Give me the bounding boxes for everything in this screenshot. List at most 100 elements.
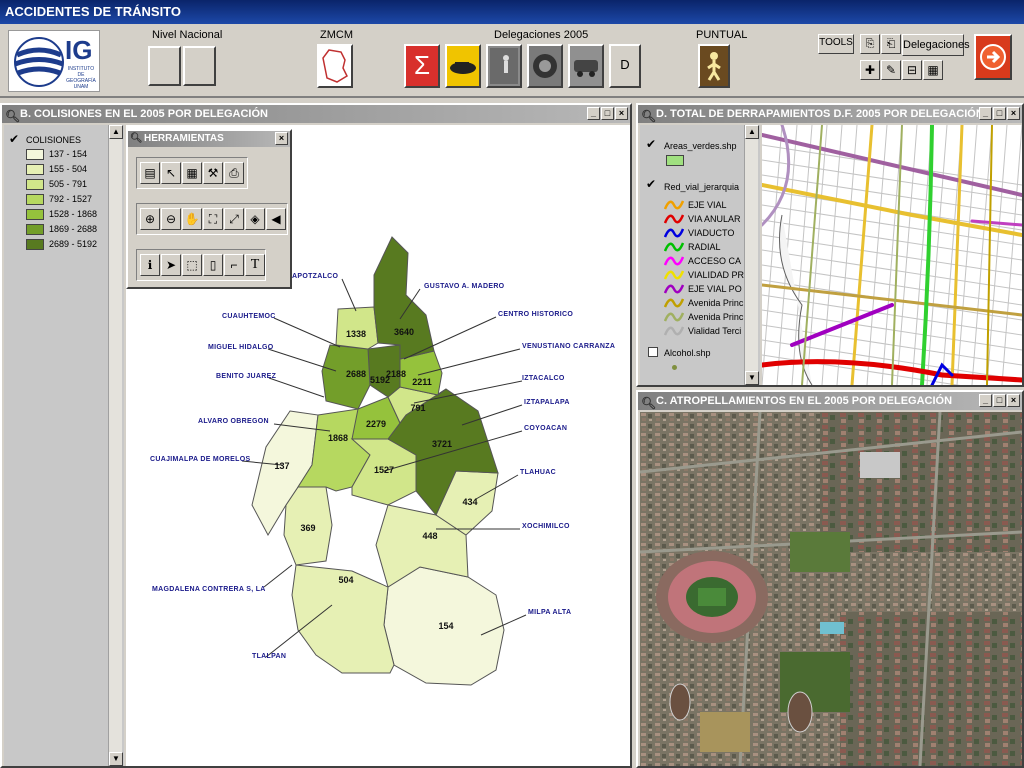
app-title-bar: ACCIDENTES DE TRÁNSITO <box>0 0 1024 24</box>
full-extent-button[interactable]: ⛶ <box>203 208 223 230</box>
label-azcapotzalco: APOTZALCO <box>292 273 339 280</box>
areas-verdes-swatch <box>666 155 684 166</box>
zoom-selected-icon: ◈ <box>250 212 260 226</box>
paste-button[interactable]: ⎗ <box>881 34 901 54</box>
legend-panel: ✔ COLISIONES 137 - 154 155 - 504 505 - 791… <box>4 125 124 766</box>
text-tool-button[interactable]: T <box>245 254 265 276</box>
value-alvaro: 1868 <box>328 433 348 443</box>
panel-c-minimize-button[interactable]: _ <box>979 394 992 407</box>
legend-title: COLISIONES <box>26 135 82 145</box>
delegaciones-2005-label: Delegaciones 2005 <box>494 29 589 41</box>
minimize-button[interactable]: _ <box>587 107 600 120</box>
d-button[interactable]: D <box>609 44 641 88</box>
print-tool-button[interactable]: ⎙ <box>224 162 244 184</box>
table-tool-button[interactable]: ▤ <box>140 162 160 184</box>
label-iztapalapa: IZTAPALAPA <box>524 399 570 406</box>
alcohol-point-symbol <box>672 365 677 370</box>
panel-c-close-button[interactable]: × <box>1007 394 1020 407</box>
maximize-button[interactable]: □ <box>601 107 614 120</box>
d-button-label: D <box>620 57 630 72</box>
label-tool-button[interactable]: ⌐ <box>224 254 244 276</box>
legend-scrollbar[interactable]: ▲ ▼ <box>108 125 123 766</box>
panel-c-maximize-button[interactable]: □ <box>993 394 1006 407</box>
areas-verdes-layer: Areas_verdes.shp <box>664 141 737 151</box>
nivel-nacional-button-2[interactable] <box>183 46 216 86</box>
delegaciones-button[interactable]: Delegaciones <box>902 34 970 56</box>
alcohol-checkbox[interactable] <box>648 347 658 357</box>
pedestrian-button[interactable] <box>486 44 522 88</box>
grid-button[interactable]: ▦ <box>923 60 943 80</box>
calc-tool-button[interactable]: ▦ <box>182 162 202 184</box>
car-crash-icon <box>450 62 476 74</box>
road-symbol <box>663 325 685 337</box>
calculator-icon: ▦ <box>186 166 198 180</box>
scroll-up-arrow[interactable]: ▲ <box>109 125 123 139</box>
label-icon: ⌐ <box>230 258 238 272</box>
plus-icon: ✚ <box>864 63 876 77</box>
nivel-nacional-button-1[interactable] <box>148 46 181 86</box>
sum-button[interactable]: Σ <box>404 44 440 88</box>
pointer-button[interactable]: ➤ <box>161 254 181 276</box>
value-cuajimalpa: 137 <box>274 461 289 471</box>
panel-d-close-button[interactable]: × <box>1007 107 1020 120</box>
red-vial-checkbox[interactable]: ✔ <box>646 177 656 191</box>
road-symbol <box>663 227 685 239</box>
aerial-photo-map[interactable] <box>640 412 1022 766</box>
panel-d-scroll-down[interactable]: ▼ <box>745 371 759 385</box>
ruler-icon: ⊟ <box>906 63 918 77</box>
zmcm-label: ZMCM <box>320 29 353 41</box>
panel-d-maximize-button[interactable]: □ <box>993 107 1006 120</box>
main-toolbar: IG INSTITUTO DE GEOGRAFÍA UNAM Nivel Nac… <box>0 24 1024 98</box>
zoom-in-button[interactable]: ⊕ <box>140 208 160 230</box>
previous-extent-button[interactable]: ◀ <box>266 208 286 230</box>
tools-button[interactable]: TOOLS <box>818 34 854 54</box>
measure-button[interactable]: ⊟ <box>902 60 922 80</box>
label-alvaro: ALVARO OBREGON <box>198 418 269 425</box>
full-extent-icon: ⛶ <box>208 212 218 226</box>
zoom-out-button[interactable]: ⊖ <box>161 208 181 230</box>
panel-d-legend-scrollbar[interactable]: ▲ ▼ <box>744 125 759 385</box>
road-network-svg[interactable] <box>762 125 1022 385</box>
legend-visible-checkbox[interactable]: ✔ <box>9 132 19 146</box>
delegaciones-label: Delegaciones <box>903 39 970 51</box>
puntual-label: PUNTUAL <box>696 29 748 41</box>
measure-tool-button[interactable]: ▯ <box>203 254 223 276</box>
region-gustavo-a-madero[interactable] <box>373 236 435 360</box>
red-vial-layer: Red_vial_jerarquia <box>664 182 740 192</box>
pan-button[interactable]: ✋ <box>182 208 202 230</box>
herramientas-close-button[interactable]: × <box>275 132 288 145</box>
areas-verdes-checkbox[interactable]: ✔ <box>646 137 656 151</box>
skid-button[interactable] <box>527 44 563 88</box>
panel-d-minimize-button[interactable]: _ <box>979 107 992 120</box>
panel-c-title: C. ATROPELLAMIENTOS EN EL 2005 POR DELEG… <box>656 395 953 407</box>
label-miguel: MIGUEL HIDALGO <box>208 344 274 351</box>
exit-button[interactable] <box>974 34 1012 80</box>
road-label: EJE VIAL PO <box>688 284 742 294</box>
zmcm-map-button[interactable] <box>317 44 353 88</box>
add-button[interactable]: ✚ <box>860 60 880 80</box>
panel-d-scroll-up[interactable]: ▲ <box>745 125 759 139</box>
vehicle-button[interactable] <box>568 44 604 88</box>
region-azcapotzalco[interactable] <box>335 306 379 350</box>
ig-logo: IG INSTITUTO DE GEOGRAFÍA UNAM <box>8 30 100 92</box>
collision-button[interactable] <box>445 44 481 88</box>
close-button[interactable]: × <box>615 107 628 120</box>
edit-button[interactable]: ✎ <box>881 60 901 80</box>
select-tool-button[interactable]: ↖ <box>161 162 181 184</box>
select-feature-icon: ⬚ <box>186 258 198 272</box>
legend-range: 505 - 791 <box>49 179 88 189</box>
copy-button[interactable]: ⎘ <box>860 34 880 54</box>
select-feature-button[interactable]: ⬚ <box>182 254 202 276</box>
zoom-selected-button[interactable]: ◈ <box>245 208 265 230</box>
label-benito: BENITO JUAREZ <box>216 373 277 380</box>
value-iztacalco: 791 <box>410 403 425 413</box>
herramientas-title-bar[interactable]: 🔍︎ HERRAMIENTAS <box>128 131 290 147</box>
road-network-map[interactable] <box>762 125 1022 385</box>
hammer-tool-button[interactable]: ⚒ <box>203 162 223 184</box>
identify-button[interactable]: ℹ <box>140 254 160 276</box>
zoom-layer-button[interactable]: ⤢ <box>224 208 244 230</box>
scroll-down-arrow[interactable]: ▼ <box>109 752 123 766</box>
road-label: ACCESO CA <box>688 256 742 266</box>
sigma-icon: Σ <box>413 50 431 80</box>
puntual-button[interactable] <box>698 44 730 88</box>
